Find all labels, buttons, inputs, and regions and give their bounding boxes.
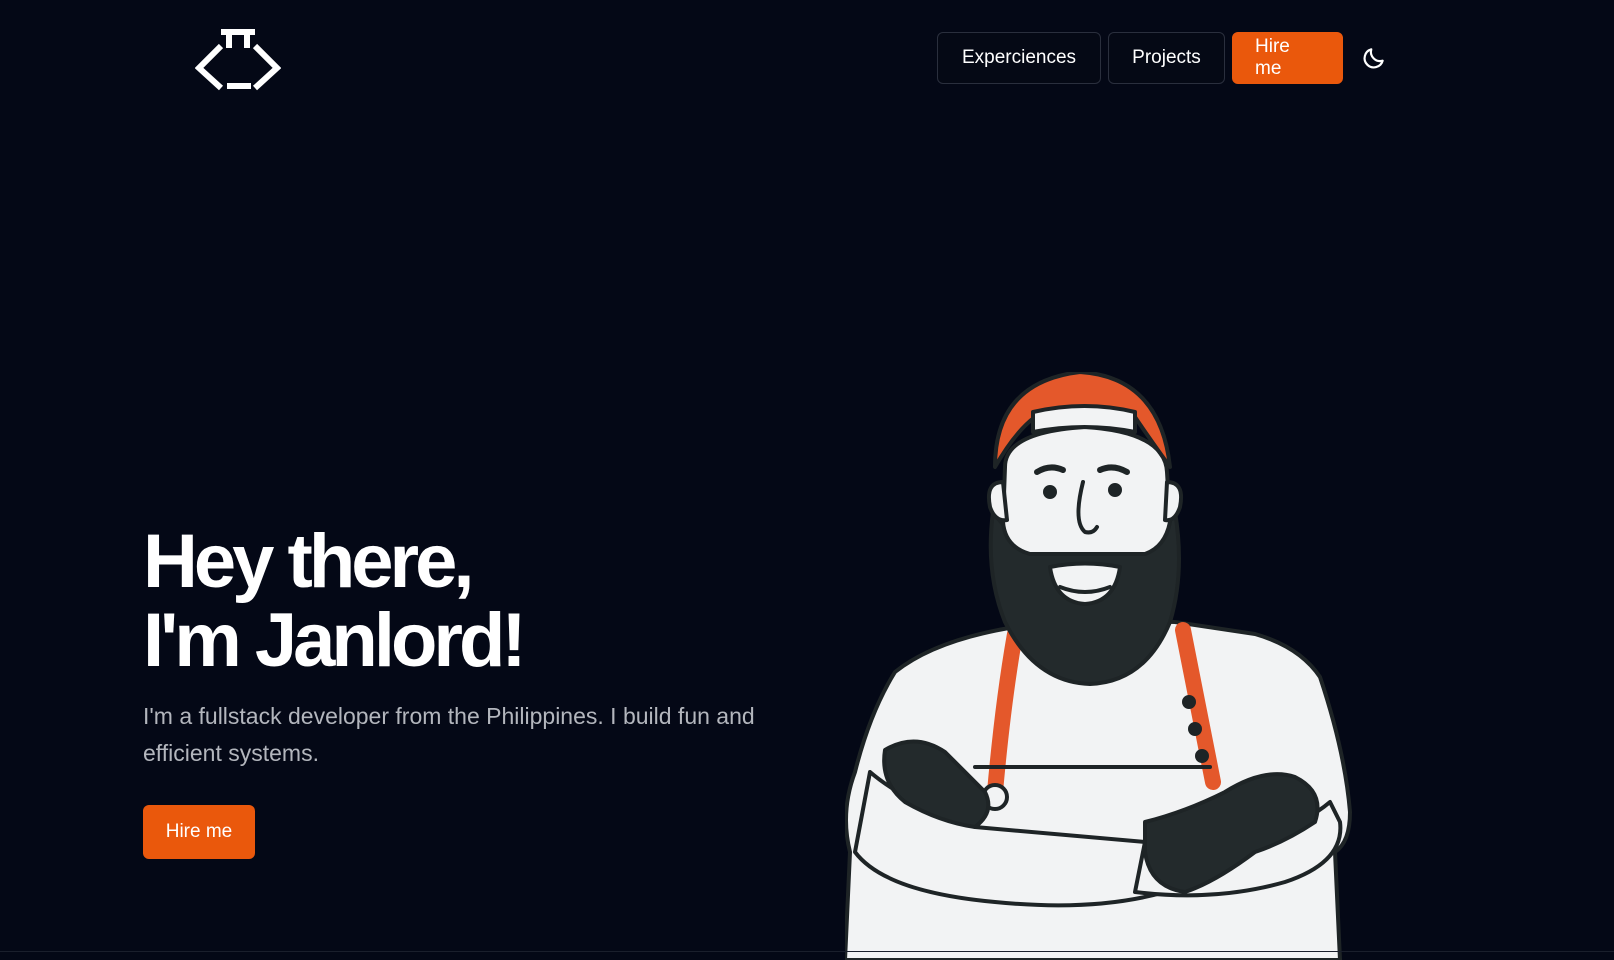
hero-subtitle: I'm a fullstack developer from the Phili…	[143, 703, 755, 766]
nav-projects-button[interactable]: Projects	[1108, 32, 1225, 84]
moon-icon[interactable]	[1361, 45, 1387, 71]
hero-hire-me-button[interactable]: Hire me	[143, 805, 255, 859]
hero-title: Hey there, I'm Janlord!	[143, 522, 823, 680]
hero-title-line1: Hey there,	[143, 519, 474, 604]
hero-section: Hey there, I'm Janlord! I'm a fullstack …	[143, 522, 823, 772]
nav-experiences-button[interactable]: Experciences	[937, 32, 1101, 84]
hero-title-line2: I'm Janlord!	[143, 598, 527, 683]
developer-illustration	[845, 372, 1352, 960]
nav-hire-me-button[interactable]: Hire me	[1232, 32, 1343, 84]
top-nav: Experciences Projects Hire me	[937, 32, 1343, 84]
bottom-divider	[0, 951, 1614, 952]
page: Experciences Projects Hire me Hey there,…	[0, 0, 1614, 960]
code-logo[interactable]	[195, 26, 281, 92]
